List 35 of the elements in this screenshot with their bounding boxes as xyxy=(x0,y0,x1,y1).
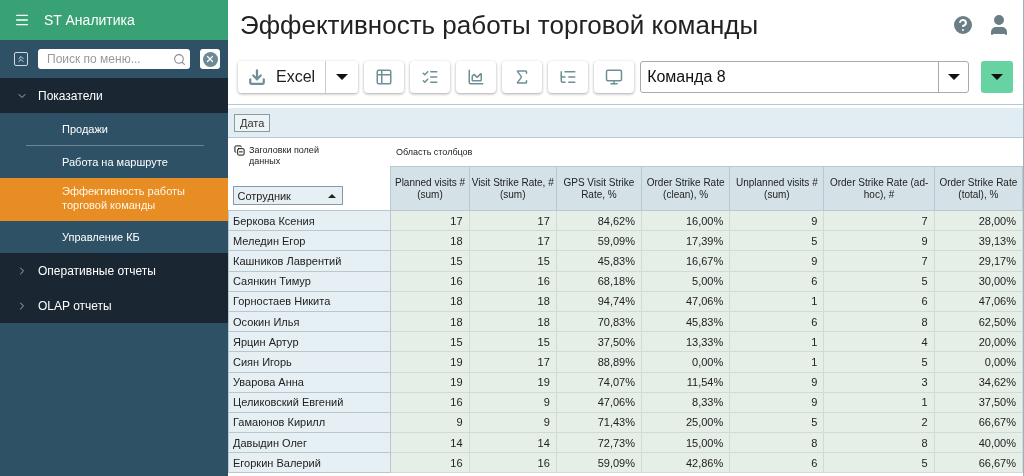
menu-item[interactable]: Продажи xyxy=(26,113,204,146)
page-title: Эффективность работы торговой команды xyxy=(240,9,759,41)
menu-group[interactable]: OLAP отчеты xyxy=(0,288,228,323)
menu-item[interactable]: Управление КБ xyxy=(0,221,228,253)
menu-item[interactable]: Работа на маршруте xyxy=(0,146,228,178)
menu-group[interactable]: Оперативные отчеты xyxy=(0,253,228,288)
row-header: Гамаюнов Кирилл xyxy=(228,412,391,433)
column-area-label: Область столбцов xyxy=(395,146,473,159)
row-field-button[interactable]: Сотрудник xyxy=(232,186,343,205)
excel-export-button[interactable]: Excel xyxy=(238,61,327,93)
column-header: Visit Strike Rate, # (sum) xyxy=(469,166,557,211)
row-header: Ярцин Артур xyxy=(228,331,391,352)
row-header: Егоркин Валерий xyxy=(228,452,391,473)
column-header: Order Strike Rate (total), % xyxy=(934,166,1023,211)
row-header: Уварова Анна xyxy=(228,372,391,393)
row-header: Кашников Лаврентий xyxy=(228,250,391,272)
column-header: Order Strike Rate (clean), % xyxy=(641,166,730,211)
filter-field-button[interactable]: Дата xyxy=(234,113,271,132)
row-header: Меледин Егор xyxy=(228,230,391,251)
row-header: Беркова Ксения xyxy=(228,210,391,231)
column-header: GPS Visit Strike Rate, % xyxy=(556,166,642,211)
row-header: Осокин Илья xyxy=(228,311,391,332)
app-title: ST Аналитика xyxy=(44,12,135,28)
row-header: Целиковский Евгений xyxy=(228,392,391,413)
menu-search-field[interactable]: Поиск по меню... xyxy=(38,49,190,69)
data-fields-label: Заголовки полей данных xyxy=(249,145,320,166)
column-header: Order Strike Rate (ad-hoc), # xyxy=(823,166,935,211)
column-header: Unplanned visits # (sum) xyxy=(729,166,824,211)
row-header: Давыдин Олег xyxy=(228,432,391,453)
row-header: Горностаев Никита xyxy=(228,291,391,312)
column-header: Planned visits # (sum) xyxy=(390,166,470,211)
menu-group[interactable]: Показатели xyxy=(0,78,228,113)
row-header: Саянкин Тимур xyxy=(228,271,391,292)
row-header: Сиян Игорь xyxy=(228,351,391,372)
team-select[interactable]: Команда 8 xyxy=(640,61,969,93)
